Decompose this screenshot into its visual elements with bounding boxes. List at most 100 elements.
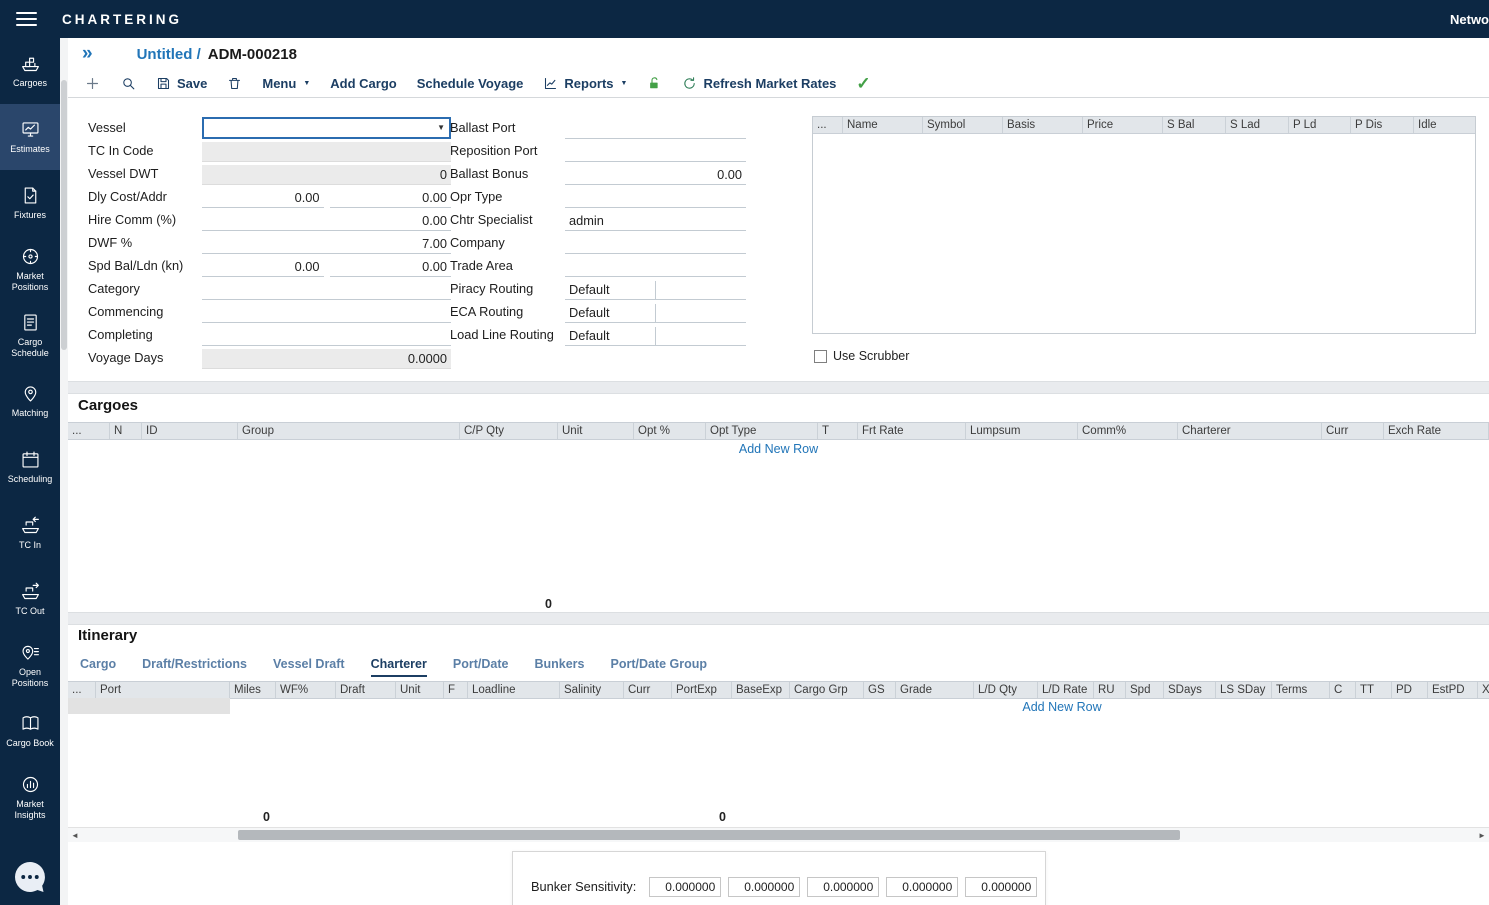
search-icon[interactable] — [121, 76, 136, 91]
itinerary-col-ls-sday[interactable]: LS SDay — [1216, 682, 1272, 698]
sidebar-item-cargoes[interactable]: Cargoes — [0, 38, 60, 104]
sidebar-item-tc-in[interactable]: TC In — [0, 500, 60, 566]
company-field[interactable] — [565, 235, 746, 254]
sidebar-item-market-insights[interactable]: Market Insights — [0, 764, 60, 830]
refresh-market-rates-button[interactable]: Refresh Market Rates — [682, 76, 836, 91]
validate-check-icon[interactable]: ✓ — [856, 75, 870, 92]
itinerary-col-tt[interactable]: TT — [1356, 682, 1392, 698]
expand-panel-icon[interactable]: » — [82, 44, 93, 63]
load-line-routing-extra-field[interactable] — [656, 327, 746, 346]
reposition-port-field[interactable] — [565, 143, 746, 162]
sidebar-item-estimates[interactable]: Estimates — [0, 104, 60, 170]
load-line-routing-select[interactable]: Default — [565, 327, 656, 346]
horizontal-scrollbar[interactable]: ◄ ► — [68, 827, 1489, 842]
itinerary-col-miles[interactable]: Miles — [230, 682, 276, 698]
add-cargo-button[interactable]: Add Cargo — [330, 76, 396, 91]
itinerary-col-x[interactable]: X — [1478, 682, 1489, 698]
bunker-sensitivity-input-4[interactable]: 0.000000 — [886, 877, 958, 897]
itinerary-col-sdays[interactable]: SDays — [1164, 682, 1216, 698]
sidebar-item-open-positions[interactable]: Open Positions — [0, 632, 60, 698]
reports-button[interactable]: Reports▼ — [543, 76, 627, 91]
market-col-p-dis[interactable]: P Dis — [1351, 117, 1414, 133]
dwf-field[interactable]: 7.00 — [202, 235, 451, 254]
itinerary-col-cargo-grp[interactable]: Cargo Grp — [790, 682, 864, 698]
tab-port-date[interactable]: Port/Date — [453, 657, 509, 677]
chtr-specialist-field[interactable]: admin — [565, 212, 746, 231]
breadcrumb-untitled[interactable]: Untitled / — [137, 46, 201, 63]
sidebar-item-cargo-schedule[interactable]: Cargo Schedule — [0, 302, 60, 368]
market-col-name[interactable]: Name — [843, 117, 923, 133]
cargoes-col-frt-rate[interactable]: Frt Rate — [858, 423, 966, 439]
itinerary-col-terms[interactable]: Terms — [1272, 682, 1330, 698]
itinerary-col-col[interactable]: ... — [68, 682, 96, 698]
cargoes-col-group[interactable]: Group — [238, 423, 460, 439]
cargoes-col-t[interactable]: T — [818, 423, 858, 439]
itinerary-col-c[interactable]: C — [1330, 682, 1356, 698]
sidebar-item-matching[interactable]: Matching — [0, 368, 60, 434]
sidebar-item-tc-out[interactable]: TC Out — [0, 566, 60, 632]
market-col-price[interactable]: Price — [1083, 117, 1163, 133]
vertical-scrollbar[interactable] — [60, 38, 68, 905]
ballast-bonus-field[interactable]: 0.00 — [565, 166, 746, 185]
itinerary-col-wf[interactable]: WF% — [276, 682, 336, 698]
sidebar-item-scheduling[interactable]: Scheduling — [0, 434, 60, 500]
itinerary-col-draft[interactable]: Draft — [336, 682, 396, 698]
market-col-basis[interactable]: Basis — [1003, 117, 1083, 133]
cargoes-col-lumpsum[interactable]: Lumpsum — [966, 423, 1078, 439]
sidebar-item-cargo-book[interactable]: Cargo Book — [0, 698, 60, 764]
itinerary-col-curr[interactable]: Curr — [624, 682, 672, 698]
bunker-sensitivity-input-5[interactable]: 0.000000 — [965, 877, 1037, 897]
tab-vessel-draft[interactable]: Vessel Draft — [273, 657, 345, 677]
market-col-s-bal[interactable]: S Bal — [1163, 117, 1226, 133]
spd-bal-field[interactable]: 0.00 — [202, 258, 324, 277]
save-button[interactable]: Save — [156, 76, 207, 91]
market-col-symbol[interactable]: Symbol — [923, 117, 1003, 133]
scroll-right-icon[interactable]: ► — [1475, 828, 1489, 842]
cargoes-col-id[interactable]: ID — [142, 423, 238, 439]
cargoes-col-c-p-qty[interactable]: C/P Qty — [460, 423, 558, 439]
itinerary-col-unit[interactable]: Unit — [396, 682, 444, 698]
use-scrubber-checkbox[interactable]: Use Scrubber — [814, 349, 909, 363]
piracy-routing-select[interactable]: Default — [565, 281, 656, 300]
opr-type-field[interactable] — [565, 189, 746, 208]
itinerary-col-ru[interactable]: RU — [1094, 682, 1126, 698]
eca-routing-extra-field[interactable] — [656, 304, 746, 323]
bunker-sensitivity-input-2[interactable]: 0.000000 — [728, 877, 800, 897]
cargoes-col-curr[interactable]: Curr — [1322, 423, 1384, 439]
hire-comm-field[interactable]: 0.00 — [202, 212, 451, 231]
itinerary-col-l-d-rate[interactable]: L/D Rate — [1038, 682, 1094, 698]
cargoes-col-unit[interactable]: Unit — [558, 423, 634, 439]
horizontal-scrollbar-thumb[interactable] — [238, 830, 1180, 840]
market-col-p-ld[interactable]: P Ld — [1289, 117, 1351, 133]
cargoes-add-new-row-link[interactable]: Add New Row — [68, 442, 1489, 456]
cargoes-col-charterer[interactable]: Charterer — [1178, 423, 1322, 439]
itinerary-col-pd[interactable]: PD — [1392, 682, 1428, 698]
cargoes-col-opt-type[interactable]: Opt Type — [706, 423, 818, 439]
itinerary-col-salinity[interactable]: Salinity — [560, 682, 624, 698]
spd-ldn-field[interactable]: 0.00 — [330, 258, 452, 277]
market-col-s-lad[interactable]: S Lad — [1226, 117, 1289, 133]
dly-cost-field[interactable]: 0.00 — [202, 189, 324, 208]
sidebar-item-fixtures[interactable]: Fixtures — [0, 170, 60, 236]
cargoes-col-col[interactable]: ... — [68, 423, 110, 439]
market-col-col[interactable]: ... — [813, 117, 843, 133]
itinerary-col-estpd[interactable]: EstPD — [1428, 682, 1478, 698]
bunker-sensitivity-input-1[interactable]: 0.000000 — [649, 877, 721, 897]
itinerary-col-loadline[interactable]: Loadline — [468, 682, 560, 698]
addr-comm-field[interactable]: 0.00 — [330, 189, 452, 208]
tab-charterer[interactable]: Charterer — [371, 657, 427, 677]
cargoes-col-exch-rate[interactable]: Exch Rate — [1384, 423, 1489, 439]
cargoes-col-n[interactable]: N — [110, 423, 142, 439]
itinerary-add-new-row-link[interactable]: Add New Row — [982, 700, 1142, 714]
ballast-port-field[interactable] — [565, 120, 746, 139]
itinerary-col-baseexp[interactable]: BaseExp — [732, 682, 790, 698]
itinerary-col-grade[interactable]: Grade — [896, 682, 974, 698]
itinerary-col-spd[interactable]: Spd — [1126, 682, 1164, 698]
sidebar-item-market-positions[interactable]: Market Positions — [0, 236, 60, 302]
commencing-field[interactable] — [202, 304, 451, 323]
cargoes-col-comm[interactable]: Comm% — [1078, 423, 1178, 439]
schedule-voyage-button[interactable]: Schedule Voyage — [417, 76, 524, 91]
bunker-sensitivity-input-3[interactable]: 0.000000 — [807, 877, 879, 897]
market-col-idle[interactable]: Idle — [1414, 117, 1476, 133]
itinerary-col-f[interactable]: F — [444, 682, 468, 698]
